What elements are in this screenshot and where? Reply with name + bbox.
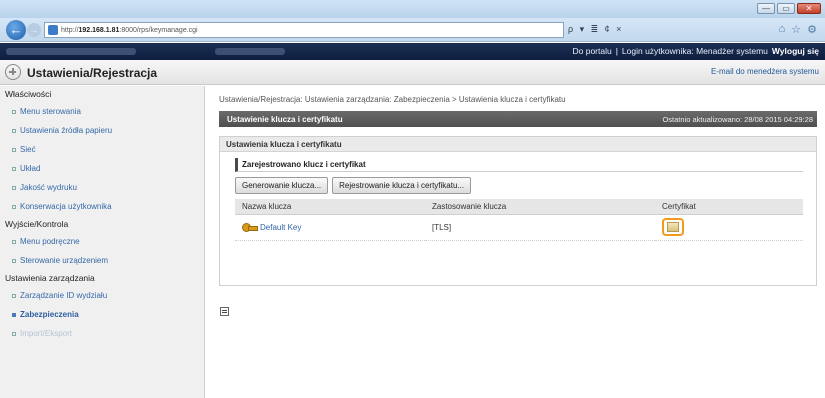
sidebar-item-print-quality[interactable]: Jakość wydruku [0,178,204,197]
page-header: Ustawienia/Rejestracja E-mail do menedże… [0,60,825,85]
bullet-icon [12,293,16,298]
home-icon[interactable]: ⌂ [779,23,786,36]
key-usage-cell: [TLS] [425,214,655,241]
bullet-icon [12,147,16,152]
bullet-icon [12,109,16,114]
main-content: Ustawienia/Rejestracja: Ustawienia zarzą… [206,86,825,398]
settings-gear-icon[interactable]: ⚙ [807,23,817,36]
sidebar-item-layout[interactable]: Układ [0,159,204,178]
address-bar[interactable]: http://192.168.1.81:8000/rps/keymanage.c… [44,22,564,38]
panel-title: Ustawienia klucza i certyfikatu [220,137,816,152]
device-name-blurred [6,48,136,55]
sidebar-item-department-id[interactable]: Zarządzanie ID wydziału [0,286,204,305]
portal-link[interactable]: Do portalu [572,46,611,56]
bullet-icon [12,312,16,317]
maximize-button[interactable]: ▭ [777,3,795,14]
sidebar: Właściwości Menu sterowania Ustawienia ź… [0,86,205,398]
column-certificate: Certyfikat [655,199,803,215]
site-favicon-icon [48,25,58,35]
key-table: Nazwa klucza Zastosowanie klucza Certyfi… [235,199,803,241]
key-name-cell: Default Key [235,214,425,241]
sidebar-item-security[interactable]: Zabezpieczenia [0,305,204,324]
browser-titlebar: — ▭ ✕ [0,0,825,18]
certificate-cell [655,214,803,241]
bullet-icon [12,128,16,133]
key-name-link[interactable]: Default Key [260,223,301,232]
logout-link[interactable]: Wyloguj się [772,46,819,56]
page-title: Ustawienia/Rejestracja [27,66,158,80]
sidebar-group-title: Ustawienia zarządzania [5,273,95,283]
bullet-icon [12,239,16,244]
column-key-name: Nazwa klucza [235,199,425,215]
certificate-button[interactable] [662,218,684,236]
register-key-cert-button[interactable]: Rejestrowanie klucza i certyfikatu... [332,177,472,194]
bullet-icon [12,204,16,209]
sidebar-group-title: Wyjście/Kontrola [5,219,69,229]
column-key-usage: Zastosowanie klucza [425,199,655,215]
portal-bar: Do portalu | Login użytkownika: Menadżer… [0,43,825,60]
device-info-blurred [215,48,285,55]
table-header-row: Nazwa klucza Zastosowanie klucza Certyfi… [235,199,803,215]
sidebar-item-quick-menu[interactable]: Menu podręczne [0,232,204,251]
sidebar-group-title: Właściwości [5,89,52,99]
page-list-icon[interactable] [220,307,229,316]
sidebar-item-import-export[interactable]: Import/Eksport [0,324,204,343]
section-title: Ustawienie klucza i certyfikatu [227,115,343,124]
email-admin-link[interactable]: E-mail do menedżera systemu [711,67,819,76]
sidebar-item-network[interactable]: Sieć [0,140,204,159]
bullet-icon [12,185,16,190]
last-updated: Ostatnio aktualizowano: 28/08 2015 04:29… [662,115,813,124]
table-row: Default Key [TLS] [235,214,803,241]
url-text: http://192.168.1.81:8000/rps/keymanage.c… [61,26,198,34]
certificate-icon [667,222,679,232]
minimize-button[interactable]: — [757,3,775,14]
portal-links: Do portalu | Login użytkownika: Menadżer… [572,46,819,56]
favorites-star-icon[interactable]: ☆ [791,23,801,36]
breadcrumb: Ustawienia/Rejestracja: Ustawienia zarzą… [219,95,566,104]
bullet-icon [12,258,16,263]
sidebar-item-device-control[interactable]: Sterowanie urządzeniem [0,251,204,270]
close-button[interactable]: ✕ [797,3,821,14]
registered-subheading: Zarejestrowano klucz i certyfikat [235,158,803,172]
forward-arrow-icon[interactable]: → [27,23,41,37]
browser-toolbar-icons: ⌂ ☆ ⚙ [779,23,817,36]
sidebar-item-menu-sterowania[interactable]: Menu sterowania [0,102,204,121]
sidebar-item-paper-source[interactable]: Ustawienia źródła papieru [0,121,204,140]
button-row: Generowanie klucza... Rejestrowanie kluc… [235,177,472,194]
settings-logo-icon [5,64,21,80]
address-row: ← → http://192.168.1.81:8000/rps/keymana… [0,18,825,42]
bullet-icon [12,331,16,336]
sidebar-item-user-maintenance[interactable]: Konserwacja użytkownika [0,197,204,216]
key-cert-panel: Ustawienia klucza i certyfikatu Zarejest… [219,136,817,286]
generate-key-button[interactable]: Generowanie klucza... [235,177,329,194]
window-controls: — ▭ ✕ [757,3,821,14]
bullet-icon [12,166,16,171]
key-icon [242,221,258,233]
back-arrow-icon[interactable]: ← [6,20,26,40]
login-user-label: Login użytkownika: Menadżer systemu [621,46,768,56]
address-tools[interactable]: ρ ▾ ≣ ¢ × [568,24,623,35]
section-header: Ustawienie klucza i certyfikatu Ostatnio… [219,111,817,127]
